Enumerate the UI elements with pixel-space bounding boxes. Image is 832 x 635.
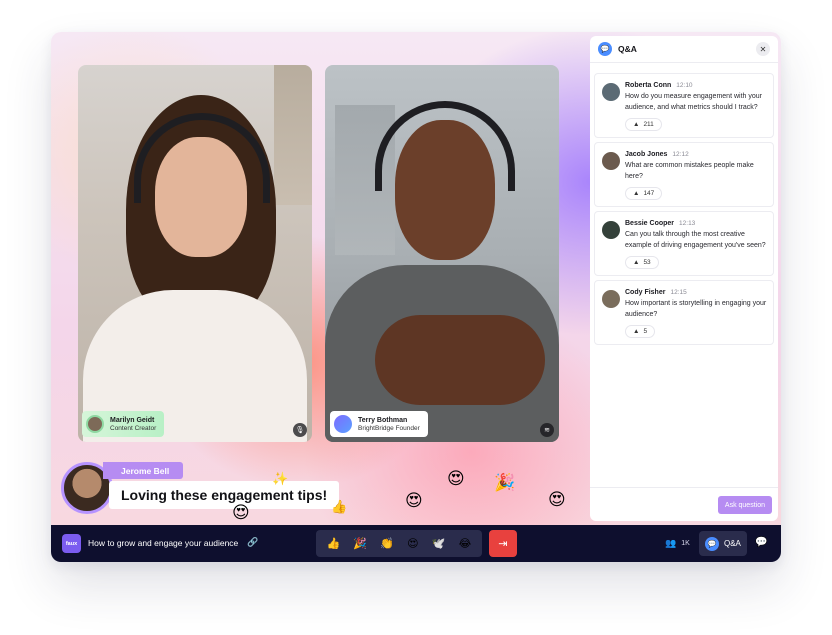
ask-question-button[interactable]: Ask question (717, 496, 772, 514)
floating-emoji: 😍 (405, 491, 423, 510)
link-icon[interactable]: 🔗 (247, 537, 258, 548)
question-author: Roberta Conn (625, 82, 672, 89)
participant-nametag: Terry Bothman BrightBridge Founder (330, 411, 428, 437)
floating-emoji: 😍 (232, 503, 250, 522)
avatar (602, 152, 620, 170)
qa-toggle-button[interactable]: 💬 Q&A (699, 531, 747, 556)
upvote-button[interactable]: ▲ 147 (625, 187, 663, 200)
participant-hands (375, 315, 545, 405)
meeting-topic: How to grow and engage your audience (88, 538, 239, 548)
floating-emoji: 😍 (548, 490, 566, 509)
reaction-bar: 👍 🎉 👏 😍 🕊️ 😂 (316, 530, 482, 557)
question-card[interactable]: Jacob Jones 12:12 What are common mistak… (594, 142, 774, 207)
audio-wave-icon: ≋ (540, 423, 554, 437)
vote-count: 5 (643, 328, 648, 335)
avatar (602, 83, 620, 101)
video-tile-terry[interactable]: Terry Bothman BrightBridge Founder ≋ (325, 65, 559, 442)
question-author: Jacob Jones (625, 151, 668, 158)
laughing-reaction-button[interactable]: 😂 (459, 537, 472, 550)
floating-emoji: ✨ (272, 471, 289, 486)
participant-count: 1K (681, 540, 690, 547)
presenter-name: Jerome Bell (103, 462, 184, 479)
party-popper-reaction-button[interactable]: 🎉 (353, 537, 367, 550)
question-text: How important is storytelling in engagin… (625, 300, 767, 318)
question-time: 12:15 (670, 289, 687, 296)
question-time: 12:13 (679, 220, 696, 227)
background-shelf (274, 65, 312, 205)
participant-role: Content Creator (110, 424, 157, 432)
vote-count: 211 (643, 121, 654, 128)
qa-toggle-label: Q&A (724, 539, 741, 548)
qa-chat-icon: 💬 (598, 42, 612, 56)
floating-emoji: 👍 (331, 499, 348, 514)
exit-icon: ⇥ (498, 538, 508, 550)
avatar (602, 290, 620, 308)
meeting-window: Marilyn Geidt Content Creator 🎙 Terry Bo… (51, 32, 781, 562)
question-card[interactable]: Cody Fisher 12:15 How important is story… (594, 280, 774, 345)
upvote-icon: ▲ (633, 121, 640, 128)
participant-avatar (334, 415, 352, 433)
app-logo: faux (62, 534, 81, 553)
question-card[interactable]: Roberta Conn 12:10 How do you measure en… (594, 73, 774, 138)
qa-panel: 💬 Q&A ✕ Roberta Conn 12:10 How do you me… (590, 36, 778, 521)
upvote-button[interactable]: ▲ 211 (625, 118, 662, 131)
floating-emoji: 🎉 (494, 473, 516, 492)
participant-name: Terry Bothman (358, 416, 408, 424)
vote-count: 147 (643, 190, 655, 197)
qa-footer: Ask question (590, 487, 778, 521)
dove-reaction-button[interactable]: 🕊️ (432, 537, 446, 550)
floating-emoji: 😍 (447, 469, 465, 488)
qa-title: Q&A (618, 44, 637, 54)
clapping-reaction-button[interactable]: 👏 (380, 537, 394, 550)
question-text: Can you talk through the most creative e… (625, 231, 766, 249)
qa-header: 💬 Q&A ✕ (590, 36, 778, 63)
question-list: Roberta Conn 12:10 How do you measure en… (594, 73, 774, 349)
upvote-icon: ▲ (633, 190, 640, 197)
leave-call-button[interactable]: ⇥ (489, 530, 517, 557)
headset (375, 101, 515, 191)
qa-chat-icon: 💬 (705, 536, 719, 551)
question-card[interactable]: Bessie Cooper 12:13 Can you talk through… (594, 211, 774, 276)
avatar (602, 221, 620, 239)
upvote-icon: ▲ (633, 328, 640, 335)
mic-icon: 🎙 (293, 423, 307, 437)
question-text: How do you measure engagement with your … (625, 93, 762, 111)
participants-button[interactable]: 👥 1K (665, 538, 690, 549)
participant-avatar (86, 415, 104, 433)
close-icon[interactable]: ✕ (756, 42, 770, 56)
question-time: 12:12 (672, 151, 689, 158)
question-author: Bessie Cooper (625, 220, 675, 227)
upvote-icon: ▲ (633, 259, 640, 266)
participant-role: BrightBridge Founder (358, 424, 420, 432)
heart-eyes-reaction-button[interactable]: 😍 (407, 537, 418, 550)
vote-count: 53 (643, 259, 651, 266)
participant-nametag: Marilyn Geidt Content Creator (82, 411, 165, 437)
question-author: Cody Fisher (625, 289, 666, 296)
meeting-toolbar: faux How to grow and engage your audienc… (51, 525, 781, 562)
chat-icon[interactable]: 💬 (755, 537, 767, 548)
upvote-button[interactable]: ▲ 53 (625, 256, 659, 269)
upvote-button[interactable]: ▲ 5 (625, 325, 656, 338)
question-text: What are common mistakes people make her… (625, 162, 754, 180)
people-icon: 👥 (665, 538, 677, 548)
presenter-message: Loving these engagement tips! (109, 481, 340, 509)
participant-name: Marilyn Geidt (110, 416, 155, 424)
question-time: 12:10 (676, 82, 693, 89)
video-tile-marilyn[interactable]: Marilyn Geidt Content Creator 🎙 (78, 65, 312, 442)
thumbs-up-reaction-button[interactable]: 👍 (327, 537, 341, 550)
